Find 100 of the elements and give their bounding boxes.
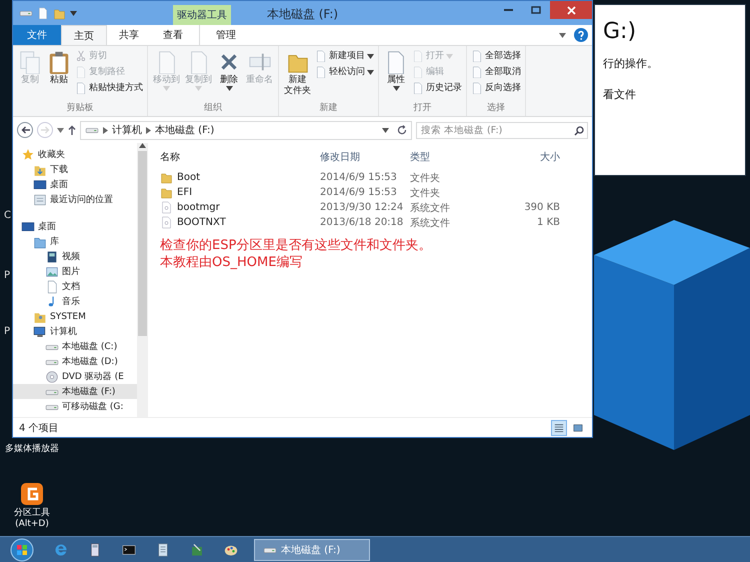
ribbon-button[interactable]: 粘贴 <box>45 49 73 86</box>
ribbon-button[interactable]: 新建 文件夹 <box>282 49 313 97</box>
document-icon <box>471 66 483 78</box>
star-icon <box>21 148 35 162</box>
column-header[interactable]: 名称 <box>160 150 180 164</box>
start-button[interactable] <box>10 538 34 562</box>
tree-item[interactable]: 本地磁盘 (D:) <box>13 354 137 369</box>
scrollbar[interactable] <box>137 143 148 417</box>
caret-icon <box>195 86 202 91</box>
tree-item[interactable]: 桌面 <box>13 177 137 192</box>
tree-item[interactable]: 本地磁盘 (F:) <box>13 384 137 399</box>
column-header[interactable]: 大小 <box>490 150 560 164</box>
table-cell-text: 系统文件 <box>410 202 451 214</box>
tree-item[interactable]: 收藏夹 <box>13 147 137 162</box>
caret-icon <box>367 70 374 74</box>
computer-icon <box>33 324 47 338</box>
monitor-icon <box>21 220 35 234</box>
document-icon <box>45 280 59 294</box>
film-icon <box>45 250 59 264</box>
ribbon-button[interactable]: 新建项目 <box>314 49 375 63</box>
desktop-icon-label[interactable]: 分区工具 (Alt+D) <box>14 508 50 530</box>
breadcrumb-item[interactable]: 本地磁盘 (F:) <box>155 123 214 137</box>
file-name[interactable]: BOOTNXT <box>160 216 226 229</box>
tree-item[interactable]: 视频 <box>13 249 137 264</box>
breadcrumb-item[interactable]: 计算机 <box>112 123 142 137</box>
desktop-icon-label: P <box>4 326 10 337</box>
document-icon <box>75 82 87 94</box>
caret-icon <box>446 54 453 58</box>
refresh-icon[interactable] <box>397 125 407 135</box>
back-arrow-icon <box>20 126 30 134</box>
document-icon <box>412 82 424 94</box>
ribbon-button[interactable]: 全部选择 <box>470 49 522 63</box>
scissors-icon <box>75 50 87 62</box>
ribbon-tab[interactable]: 查看 <box>151 25 195 45</box>
close-icon <box>566 6 576 14</box>
tree-item[interactable]: 计算机 <box>13 324 137 339</box>
monitor-icon <box>33 178 47 192</box>
view-button[interactable] <box>551 420 567 436</box>
ribbon-button[interactable]: 粘贴快捷方式 <box>74 81 144 95</box>
tree-item[interactable]: 本地磁盘 (C:) <box>13 339 137 354</box>
tree-item[interactable]: 库 <box>13 234 137 249</box>
caret-icon <box>57 128 64 132</box>
document-icon <box>412 66 424 78</box>
ribbon-button[interactable]: 历史记录 <box>411 81 463 95</box>
window-title: G:) <box>603 19 638 44</box>
tree-item[interactable]: 图片 <box>13 264 137 279</box>
document-icon <box>75 66 87 78</box>
folder-icon <box>160 186 173 199</box>
tree-item[interactable]: SYSTEM <box>13 309 137 324</box>
caret-icon <box>70 10 77 16</box>
ribbon-button[interactable]: 反向选择 <box>470 81 522 95</box>
document-icon <box>471 50 483 62</box>
minimize-icon <box>504 9 512 11</box>
desktop-icon-label[interactable]: 多媒体播放器 <box>5 444 59 455</box>
column-header[interactable]: 类型 <box>410 150 490 164</box>
text-line: 行的操作。 <box>603 56 659 71</box>
table-cell-text: 2014/6/9 15:53 <box>320 187 398 198</box>
tree-item[interactable]: DVD 驱动器 (E <box>13 369 137 384</box>
ribbon-tab[interactable]: 管理 <box>199 25 252 45</box>
tree-item[interactable]: 文档 <box>13 279 137 294</box>
table-cell-text: 2013/9/30 12:24 <box>320 202 404 213</box>
table-cell-text: 2013/6/18 20:18 <box>320 217 404 228</box>
document-icon <box>37 7 49 19</box>
up-arrow-icon[interactable] <box>68 125 76 135</box>
tool-icon[interactable] <box>189 542 205 558</box>
tree-item[interactable]: 最近访问的位置 <box>13 192 137 207</box>
file-name[interactable]: EFI <box>160 186 192 199</box>
file-name[interactable]: bootmgr <box>160 201 220 214</box>
annotation-text: 本教程由OS_HOME编写 <box>160 254 302 272</box>
ribbon-button[interactable]: 全部取消 <box>470 65 522 79</box>
back-button[interactable] <box>17 122 33 138</box>
document-icon <box>471 82 483 94</box>
tree-item[interactable]: 可移动磁盘 (G: <box>13 399 137 414</box>
column-header[interactable]: 修改日期 <box>320 150 410 164</box>
ribbon-button[interactable]: 轻松访问 <box>314 65 375 79</box>
search-field[interactable]: 搜索 本地磁盘 (F:) <box>416 122 588 138</box>
desktop-icon-label: C <box>4 210 11 221</box>
ribbon-button[interactable]: 属性 <box>382 49 410 92</box>
table-cell-text: 390 KB <box>523 202 560 213</box>
help-icon[interactable] <box>574 28 588 42</box>
table-cell-text: 系统文件 <box>410 216 451 230</box>
caret-icon <box>382 128 389 132</box>
group-label: 新建 <box>318 103 338 115</box>
partition-tool-icon <box>19 481 45 507</box>
file-name[interactable]: Boot <box>160 171 200 184</box>
forward-arrow-icon <box>40 126 50 134</box>
recent-places-icon <box>33 192 47 206</box>
ribbon-tab[interactable]: 文件 <box>13 25 61 45</box>
desktop-icon-label: P <box>4 270 10 281</box>
address-bar[interactable]: 计算机 本地磁盘 (F:) <box>80 120 412 140</box>
text-line: 看文件 <box>603 87 637 102</box>
ribbon-button[interactable]: 删除 <box>215 49 243 92</box>
system-file-icon <box>160 216 173 229</box>
tree-item[interactable]: 下载 <box>13 162 137 177</box>
ribbon-tab[interactable]: 共享 <box>107 25 151 45</box>
tree-item[interactable]: 桌面 <box>13 219 137 234</box>
tree-item[interactable]: 音乐 <box>13 294 137 309</box>
close-button[interactable] <box>550 1 592 19</box>
status-text: 4 个项目 <box>19 422 59 434</box>
ribbon-tab[interactable]: 主页 <box>61 25 107 45</box>
